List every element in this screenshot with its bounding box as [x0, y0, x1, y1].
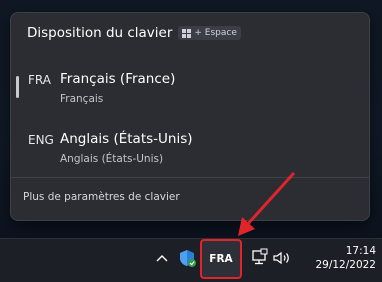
more-keyboard-settings-link[interactable]: Plus de paramètres de clavier	[23, 191, 180, 203]
network-icon[interactable]	[250, 248, 268, 268]
language-name: Français (France)	[60, 71, 176, 87]
clock-date: 29/12/2022	[315, 259, 376, 271]
language-item-fra[interactable]: FRA Français (France) Français	[11, 63, 369, 115]
language-name: Anglais (États-Unis)	[60, 131, 193, 147]
language-item-eng[interactable]: ENG Anglais (États-Unis) Anglais (États-…	[11, 123, 369, 175]
chevron-up-icon[interactable]	[154, 250, 170, 266]
keyboard-shortcut-hint: + Espace	[178, 26, 241, 40]
windows-security-icon[interactable]	[177, 248, 197, 268]
language-code: FRA	[28, 73, 51, 87]
clock-time: 17:14	[345, 245, 376, 257]
language-indicator-label: FRA	[209, 253, 233, 265]
flyout-title: Disposition du clavier	[27, 25, 173, 41]
language-layout: Anglais (États-Unis)	[60, 153, 164, 165]
windows-key-icon	[182, 28, 192, 38]
flyout-header: Disposition du clavier + Espace	[27, 25, 241, 41]
language-indicator-button[interactable]: FRA	[200, 239, 242, 279]
keyboard-layout-flyout: Disposition du clavier + Espace FRA Fran…	[10, 12, 370, 221]
taskbar: FRA 17:14 29/12/2022	[0, 238, 382, 282]
shortcut-label: + Espace	[194, 28, 237, 38]
flyout-divider	[11, 177, 369, 178]
language-code: ENG	[28, 133, 54, 147]
taskbar-clock[interactable]: 17:14 29/12/2022	[300, 245, 376, 272]
selected-indicator	[16, 76, 19, 98]
language-layout: Français	[60, 93, 104, 105]
volume-icon[interactable]	[272, 250, 292, 266]
